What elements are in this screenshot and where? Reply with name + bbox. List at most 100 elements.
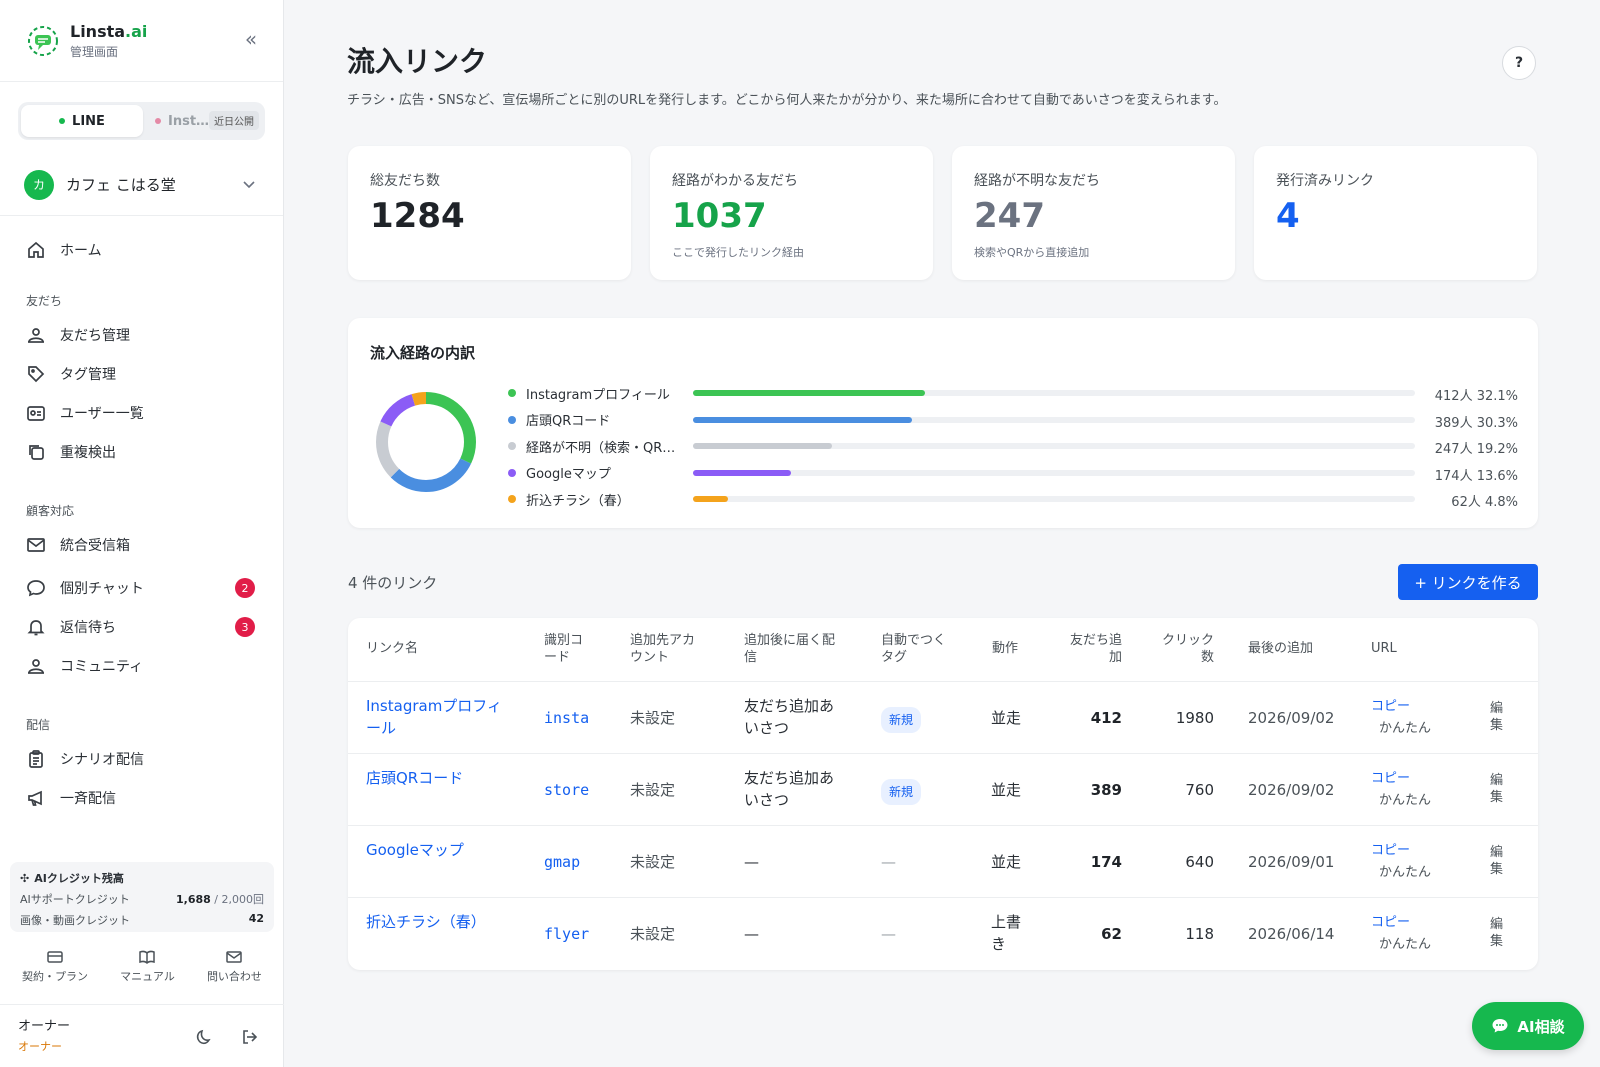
waiting-badge: 3 (235, 617, 255, 637)
link-code: store (544, 781, 590, 799)
link-delivery: — (744, 925, 759, 943)
owner-panel: オーナー オーナー (0, 1004, 284, 1067)
legend-row: Instagramプロフィール 412人 32.1% (508, 380, 1518, 407)
sparkle-icon: ✣ (20, 871, 30, 885)
stat-card-links: 発行済みリンク 4 (1254, 146, 1537, 280)
link-account: 未設定 (630, 781, 676, 799)
sidebar-item-waiting[interactable]: 返信待ち 3 (0, 607, 283, 646)
legend-dot (508, 495, 516, 504)
col-account: 追加先アカウント (630, 633, 696, 665)
link-name[interactable]: Googleマップ (366, 839, 516, 861)
sidebar: Linsta.ai 管理画面 « LINE Inst… 近日公開 カ カフェ こ… (0, 0, 284, 1067)
sidebar-item-home[interactable]: ホーム (0, 230, 283, 269)
ai-credit-panel: ✣ AIクレジット残高 AIサポートクレジット 1,688 / 2,000回 画像… (10, 862, 274, 932)
bell-icon (27, 619, 45, 635)
link-url: コピー かんたん (1371, 912, 1431, 956)
moon-icon[interactable] (194, 1027, 214, 1047)
table-row: Instagramプロフィール insta 未設定 友だち追加あいさつ 新規 並走 412 1… (348, 682, 1538, 754)
main-content: 流入リンク チラシ・広告・SNSなど、宣伝場所ごとに別のURLを発行します。どこ… (284, 0, 1600, 1067)
contact-link[interactable]: 問い合わせ (207, 948, 262, 984)
manual-link[interactable]: マニュアル (120, 948, 175, 984)
edit-link-button[interactable]: 編集 (1490, 916, 1504, 950)
link-name[interactable]: 折込チラシ（春） (366, 911, 516, 933)
account-selector[interactable]: カ カフェ こはる堂 (0, 154, 283, 216)
link-last-added: 2026/06/14 (1248, 925, 1335, 943)
legend-label: 経路が不明（検索・QR… (526, 440, 676, 456)
sidebar-item-community[interactable]: コミュニティ (0, 646, 283, 685)
col-name: リンク名 (366, 641, 419, 656)
copy-url-button[interactable]: コピー (1371, 840, 1431, 862)
sidebar-item-inbox[interactable]: 統合受信箱 (0, 525, 283, 564)
credit-title: ✣ AIクレジット残高 (20, 871, 124, 886)
tag-badge: 新規 (881, 779, 922, 805)
collapse-sidebar-icon[interactable]: « (239, 28, 263, 52)
link-account: 未設定 (630, 925, 676, 943)
col-action: 動作 (992, 641, 1019, 656)
stat-value: 247 (974, 196, 1045, 236)
link-account: 未設定 (630, 709, 676, 727)
easy-url-button[interactable]: かんたん (1379, 862, 1431, 884)
edit-link-button[interactable]: 編集 (1490, 700, 1504, 734)
edit-link-button[interactable]: 編集 (1490, 844, 1504, 878)
sidebar-item-users[interactable]: ユーザー一覧 (0, 393, 283, 432)
link-code: insta (544, 709, 590, 727)
legend-dot (508, 442, 516, 451)
sidebar-item-chat[interactable]: 個別チャット 2 (0, 568, 283, 607)
users-icon (28, 327, 44, 343)
stat-card-known: 経路がわかる友だち 1037 ここで発行したリンク経由 (650, 146, 933, 280)
link-code: flyer (544, 925, 590, 943)
easy-url-button[interactable]: かんたん (1379, 718, 1431, 740)
ai-consult-button[interactable]: AI相談 (1472, 1002, 1584, 1050)
chat-icon (1492, 1019, 1508, 1033)
id-card-icon (27, 405, 45, 421)
legend-bar (693, 496, 728, 502)
edit-link-button[interactable]: 編集 (1490, 772, 1504, 806)
legend-bar (693, 390, 925, 396)
easy-url-button[interactable]: かんたん (1379, 934, 1431, 956)
channel-instagram-tab[interactable]: Inst… (155, 114, 209, 129)
link-name[interactable]: 店頭QRコード (366, 767, 516, 789)
link-count-label: 4 件のリンク (348, 574, 438, 592)
sidebar-item-broadcast[interactable]: 一斉配信 (0, 778, 283, 817)
legend-bar-track (693, 496, 1415, 502)
copy-url-button[interactable]: コピー (1371, 768, 1431, 790)
copy-url-button[interactable]: コピー (1371, 912, 1431, 934)
create-link-button[interactable]: + リンクを作る (1398, 564, 1538, 600)
sidebar-item-duplicates[interactable]: 重複検出 (0, 432, 283, 471)
link-code: gmap (544, 853, 581, 871)
sidebar-item-tags[interactable]: タグ管理 (0, 354, 283, 393)
sidebar-item-scenario[interactable]: シナリオ配信 (0, 739, 283, 778)
logout-icon[interactable] (240, 1027, 260, 1047)
page-description: チラシ・広告・SNSなど、宣伝場所ごとに別のURLを発行します。どこから何人来た… (347, 93, 1227, 108)
plan-link[interactable]: 契約・プラン (22, 948, 88, 984)
link-url: コピー かんたん (1371, 840, 1431, 884)
breakdown-title: 流入経路の内訳 (370, 344, 476, 362)
legend-value: 247人 19.2% (1434, 442, 1518, 457)
line-dot-icon (59, 118, 66, 124)
legend-row: 折込チラシ（春） 62人 4.8% (508, 486, 1518, 513)
help-button[interactable]: ? (1502, 46, 1536, 80)
col-code: 識別コード (544, 633, 584, 665)
link-clicks: 118 (1185, 925, 1214, 943)
credit-card-icon (47, 951, 63, 963)
nav-section-friends: 友だち (26, 294, 63, 308)
tag-icon (28, 365, 45, 382)
brand-name: Linsta.ai (70, 21, 148, 41)
channel-line-tab[interactable]: LINE (21, 105, 143, 137)
link-friends: 389 (1090, 781, 1122, 799)
clipboard-icon (29, 749, 43, 768)
copy-url-button[interactable]: コピー (1371, 696, 1431, 718)
legend-value: 412人 32.1% (1434, 389, 1518, 404)
legend-label: 店頭QRコード (526, 414, 611, 430)
sidebar-item-friends[interactable]: 友だち管理 (0, 315, 283, 354)
legend-bar (693, 469, 792, 476)
brand-logo-icon (28, 25, 58, 56)
stat-card-total: 総友だち数 1284 (348, 146, 631, 280)
home-icon (28, 241, 44, 258)
col-url: URL (1371, 641, 1397, 656)
table-row: 折込チラシ（春） flyer 未設定 — — 上書き 62 118 2026/06/14 コピーか… (348, 898, 1538, 970)
link-name[interactable]: Instagramプロフィール (366, 695, 516, 739)
col-clicks: クリック数 (1161, 633, 1214, 665)
legend-row: 店頭QRコード 389人 30.3% (508, 407, 1518, 434)
easy-url-button[interactable]: かんたん (1379, 790, 1431, 812)
